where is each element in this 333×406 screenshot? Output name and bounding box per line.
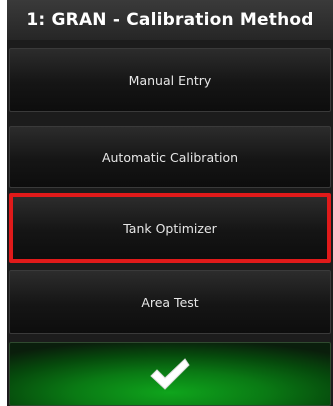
- dialog-title: 1: GRAN - Calibration Method: [7, 0, 333, 40]
- area-test-label: Area Test: [141, 294, 199, 310]
- tank-optimizer-label: Tank Optimizer: [123, 220, 217, 236]
- manual-entry-label: Manual Entry: [128, 72, 212, 88]
- tank-optimizer-button[interactable]: Tank Optimizer: [9, 193, 331, 263]
- automatic-calibration-label: Automatic Calibration: [101, 149, 239, 165]
- calibration-method-dialog: 1: GRAN - Calibration Method Manual Entr…: [7, 0, 333, 406]
- manual-entry-button[interactable]: Manual Entry: [9, 48, 331, 112]
- area-test-button[interactable]: Area Test: [9, 270, 331, 334]
- automatic-calibration-button[interactable]: Automatic Calibration: [9, 126, 331, 188]
- confirm-button[interactable]: [9, 342, 331, 406]
- checkmark-icon: [149, 357, 191, 391]
